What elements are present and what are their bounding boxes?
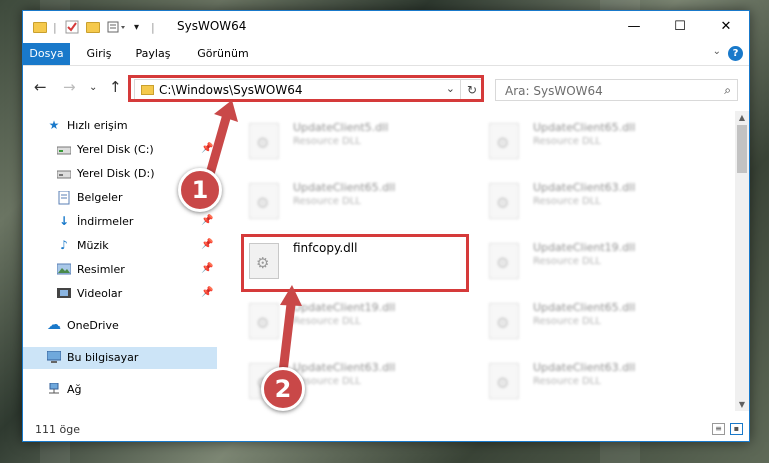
callout-badge-2: 2: [261, 367, 305, 411]
annotation-arrows: [205, 100, 302, 377]
callout-badge-1: 1: [178, 168, 222, 212]
